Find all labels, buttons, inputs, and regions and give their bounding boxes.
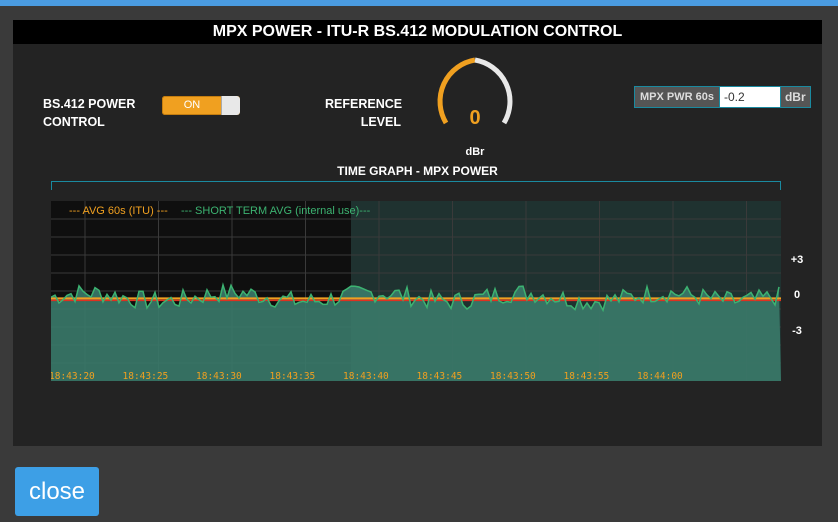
close-button[interactable]: close [15, 467, 99, 516]
mpx-power-readout: MPX PWR 60s -0.2 dBr [634, 86, 811, 108]
reference-level-unit: dBr [465, 146, 485, 158]
y-tick-label: -3 [792, 325, 802, 337]
power-control-label: BS.412 POWER CONTROL [43, 97, 136, 129]
legend-avg: --- AVG 60s (ITU) --- [69, 205, 168, 217]
reference-level-value: 0 [469, 107, 481, 129]
x-tick-label: 18:43:45 [417, 371, 463, 381]
panel-title: MPX POWER - ITU-R BS.412 MODULATION CONT… [13, 20, 822, 44]
x-tick-label: 18:43:55 [564, 371, 610, 381]
x-tick-label: 18:43:35 [270, 371, 316, 381]
x-tick-label: 18:43:25 [123, 371, 169, 381]
x-tick-label: 18:43:40 [343, 371, 389, 381]
bs412-power-toggle[interactable]: ON [162, 96, 240, 115]
top-accent-bar [0, 0, 838, 6]
legend-short-term: --- SHORT TERM AVG (internal use)--- [181, 205, 371, 217]
y-tick-label: +3 [790, 254, 804, 266]
x-tick-label: 18:43:30 [196, 371, 242, 381]
x-tick-label: 18:43:50 [490, 371, 536, 381]
reference-level-gauge[interactable] [425, 52, 525, 152]
x-tick-label: 18:44:00 [637, 371, 683, 381]
time-graph-title: TIME GRAPH - MPX POWER [337, 164, 498, 178]
mpx-power-time-graph: --- AVG 60s (ITU) --- --- SHORT TERM AVG… [51, 201, 781, 381]
reference-level-label: REFERENCE LEVEL [325, 97, 403, 129]
x-tick-label: 18:43:20 [51, 371, 95, 381]
modulation-control-panel: MPX POWER - ITU-R BS.412 MODULATION CONT… [13, 20, 822, 446]
mpx-power-field[interactable]: -0.2 [719, 86, 781, 108]
mpx-power-unit: dBr [780, 86, 811, 108]
toggle-state-label: ON [183, 99, 201, 111]
toggle-knob[interactable] [221, 96, 240, 115]
y-tick-label: 0 [793, 289, 801, 301]
graph-range-bracket [51, 181, 781, 190]
mpx-power-label: MPX PWR 60s [634, 86, 720, 108]
